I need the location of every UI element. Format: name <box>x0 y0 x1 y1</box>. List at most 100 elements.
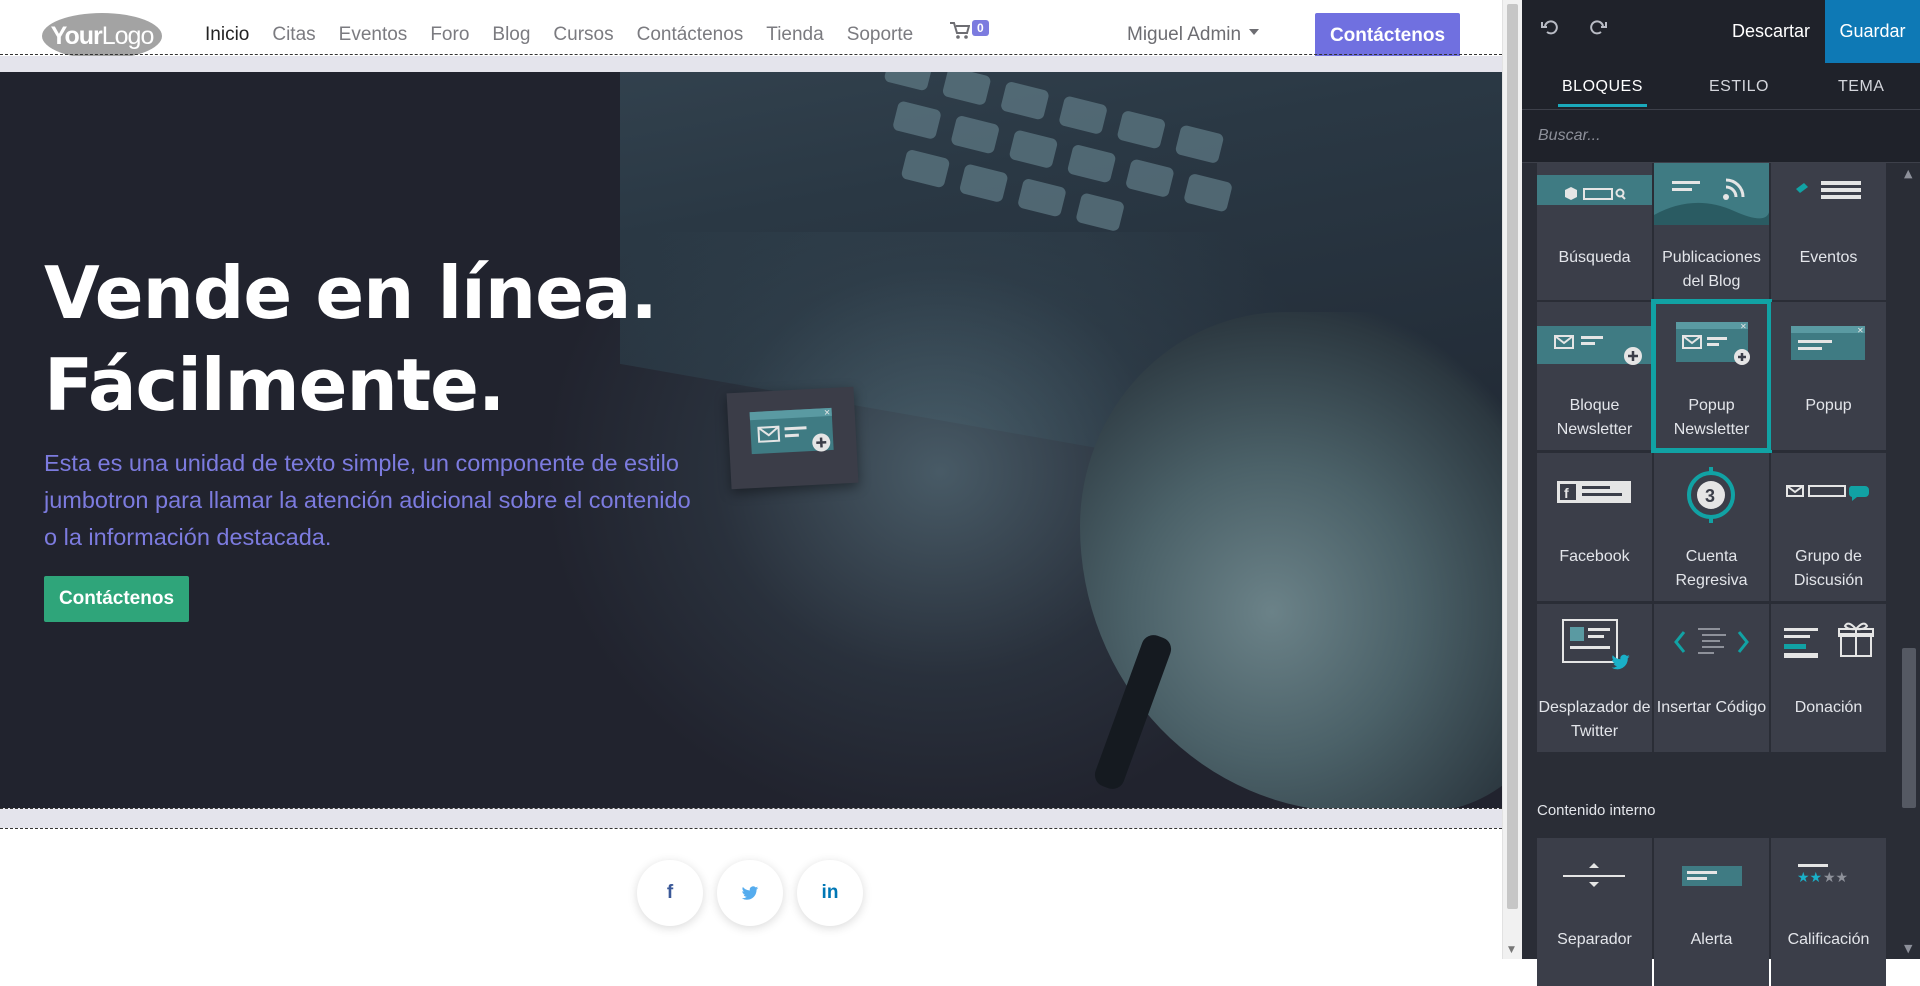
scroll-up-icon[interactable]: ▲ <box>1904 167 1912 180</box>
svg-text:✕: ✕ <box>823 408 830 417</box>
block-search-input[interactable] <box>1538 124 1898 148</box>
alert-icon <box>1682 866 1742 886</box>
block-tile[interactable]: Publicaciones del Blog <box>1654 163 1769 300</box>
dropzone-border-bottom <box>0 828 1502 829</box>
block-tile[interactable]: Búsqueda <box>1537 163 1652 300</box>
hero-subtitle: Esta es una unidad de texto simple, un c… <box>44 450 691 550</box>
discard-button[interactable]: Descartar <box>1732 21 1810 42</box>
block-tile[interactable]: Alerta <box>1654 838 1769 986</box>
hero-section: Vende en línea. Fácilmente. Esta es una … <box>0 72 1502 808</box>
block-label: Calificación <box>1787 931 1870 948</box>
block-tile[interactable]: 3 Cuenta Regresiva <box>1654 453 1769 601</box>
dragged-block-preview[interactable]: ✕ <box>726 386 859 490</box>
block-tile[interactable]: ★★ ★★ Calificación <box>1771 838 1886 986</box>
panel-scrollbar-thumb[interactable] <box>1902 648 1916 808</box>
facebook-link[interactable]: f <box>637 860 703 926</box>
menu-item-soporte[interactable]: Soporte <box>847 24 914 46</box>
undo-icon[interactable] <box>1541 18 1559 36</box>
linkedin-icon: in <box>821 882 839 903</box>
chevron-down-icon <box>1249 28 1260 35</box>
block-tile[interactable]: Donación <box>1771 604 1886 752</box>
twitter-scroller-icon <box>1562 619 1630 670</box>
cart-count-badge: 0 <box>972 20 989 36</box>
svg-text:★★: ★★ <box>1823 870 1848 886</box>
donation-icon <box>1784 622 1874 658</box>
popup-icon: ✕ <box>1791 326 1865 360</box>
inner-content-title: Contenido interno <box>1537 802 1656 819</box>
scroll-down-icon[interactable]: ▼ <box>1904 942 1912 955</box>
menu-item-contactenos[interactable]: Contáctenos <box>637 24 744 46</box>
block-label: Bloque Newsletter <box>1556 397 1633 438</box>
block-tile[interactable]: Separador <box>1537 838 1652 986</box>
block-label: Insertar Código <box>1656 699 1767 716</box>
menu-item-citas[interactable]: Citas <box>272 24 315 46</box>
embed-code-icon <box>1674 628 1749 654</box>
redo-icon[interactable] <box>1589 18 1607 36</box>
newsletter-popup-icon: ✕ <box>1676 322 1750 365</box>
facebook-block-icon: f <box>1557 481 1631 503</box>
twitter-link[interactable] <box>717 860 783 926</box>
svg-text:✕: ✕ <box>1740 322 1747 331</box>
rating-icon: ★★ ★★ <box>1797 864 1848 886</box>
svg-text:★★: ★★ <box>1797 870 1822 886</box>
facebook-icon: f <box>666 882 674 903</box>
dropzone-bottom <box>0 808 1502 828</box>
events-icon <box>1796 181 1861 199</box>
panel-scrollbar[interactable]: ▲ ▼ <box>1898 163 1920 959</box>
menu-item-eventos[interactable]: Eventos <box>339 24 408 46</box>
block-label: Desplazador de Twitter <box>1538 699 1651 740</box>
editor-panel: Descartar Guardar BLOQUES ESTILO TEMA Bú… <box>1522 0 1920 986</box>
search-block-icon <box>1537 163 1652 205</box>
panel-toolbar: Descartar Guardar <box>1522 0 1920 63</box>
site-logo[interactable]: Your Logo <box>42 13 162 59</box>
block-label: Popup Newsletter <box>1673 397 1750 438</box>
site-scrollbar[interactable]: ▼ <box>1502 0 1522 959</box>
nav-contact-button[interactable]: Contáctenos <box>1315 13 1460 58</box>
countdown-number: 3 <box>1705 486 1715 506</box>
svg-text:f: f <box>1564 485 1569 501</box>
block-label: Popup <box>1805 397 1852 414</box>
cart-icon <box>950 22 971 39</box>
menu-item-inicio[interactable]: Inicio <box>205 24 249 46</box>
tab-tema[interactable]: TEMA <box>1838 78 1884 96</box>
user-menu[interactable]: Miguel Admin <box>1127 24 1260 46</box>
block-tile-selected[interactable]: ✕ Popup Newsletter <box>1651 299 1772 453</box>
block-search <box>1522 110 1920 163</box>
scroll-down-icon[interactable]: ▼ <box>1508 945 1515 955</box>
dropzone-border-mid <box>0 808 1502 809</box>
linkedin-link[interactable]: in <box>797 860 863 926</box>
countdown-icon: 3 <box>1687 467 1735 523</box>
hero-contact-button[interactable]: Contáctenos <box>44 576 189 622</box>
block-tile[interactable]: Grupo de Discusión <box>1771 453 1886 601</box>
user-name: Miguel Admin <box>1127 24 1242 45</box>
menu-item-cursos[interactable]: Cursos <box>553 24 613 46</box>
dropzone-top <box>0 56 1502 72</box>
separator-icon <box>1563 863 1625 887</box>
block-label: Alerta <box>1690 931 1733 948</box>
menu-item-tienda[interactable]: Tienda <box>766 24 823 46</box>
website-preview: Your Logo Inicio Citas Eventos Foro Blog … <box>0 0 1502 959</box>
main-menu: Inicio Citas Eventos Foro Blog Cursos Co… <box>205 24 936 46</box>
hero-title: Vende en línea. Fácilmente. <box>44 251 658 427</box>
block-tile[interactable]: Bloque Newsletter <box>1537 302 1652 450</box>
block-tile[interactable]: f Facebook <box>1537 453 1652 601</box>
block-tile[interactable]: Eventos <box>1771 163 1886 300</box>
site-scrollbar-thumb[interactable] <box>1507 4 1518 909</box>
block-tile[interactable]: Insertar Código <box>1654 604 1769 752</box>
block-label: Publicaciones del Blog <box>1662 249 1761 290</box>
newsletter-block-icon <box>1537 326 1652 365</box>
save-button[interactable]: Guardar <box>1825 0 1920 63</box>
svg-text:✕: ✕ <box>1857 326 1864 335</box>
menu-item-foro[interactable]: Foro <box>430 24 469 46</box>
block-label: Separador <box>1557 931 1632 948</box>
panel-tabs: BLOQUES ESTILO TEMA <box>1522 63 1920 110</box>
menu-item-blog[interactable]: Blog <box>492 24 530 46</box>
block-label: Donación <box>1794 699 1863 716</box>
block-tile[interactable]: ✕ Popup <box>1771 302 1886 450</box>
block-label: Grupo de Discusión <box>1793 548 1864 589</box>
tab-bloques[interactable]: BLOQUES <box>1558 78 1647 107</box>
block-tile[interactable]: Desplazador de Twitter <box>1537 604 1652 752</box>
block-label: Búsqueda <box>1558 249 1631 266</box>
cart-link[interactable]: 0 <box>950 20 989 45</box>
tab-estilo[interactable]: ESTILO <box>1709 78 1769 96</box>
